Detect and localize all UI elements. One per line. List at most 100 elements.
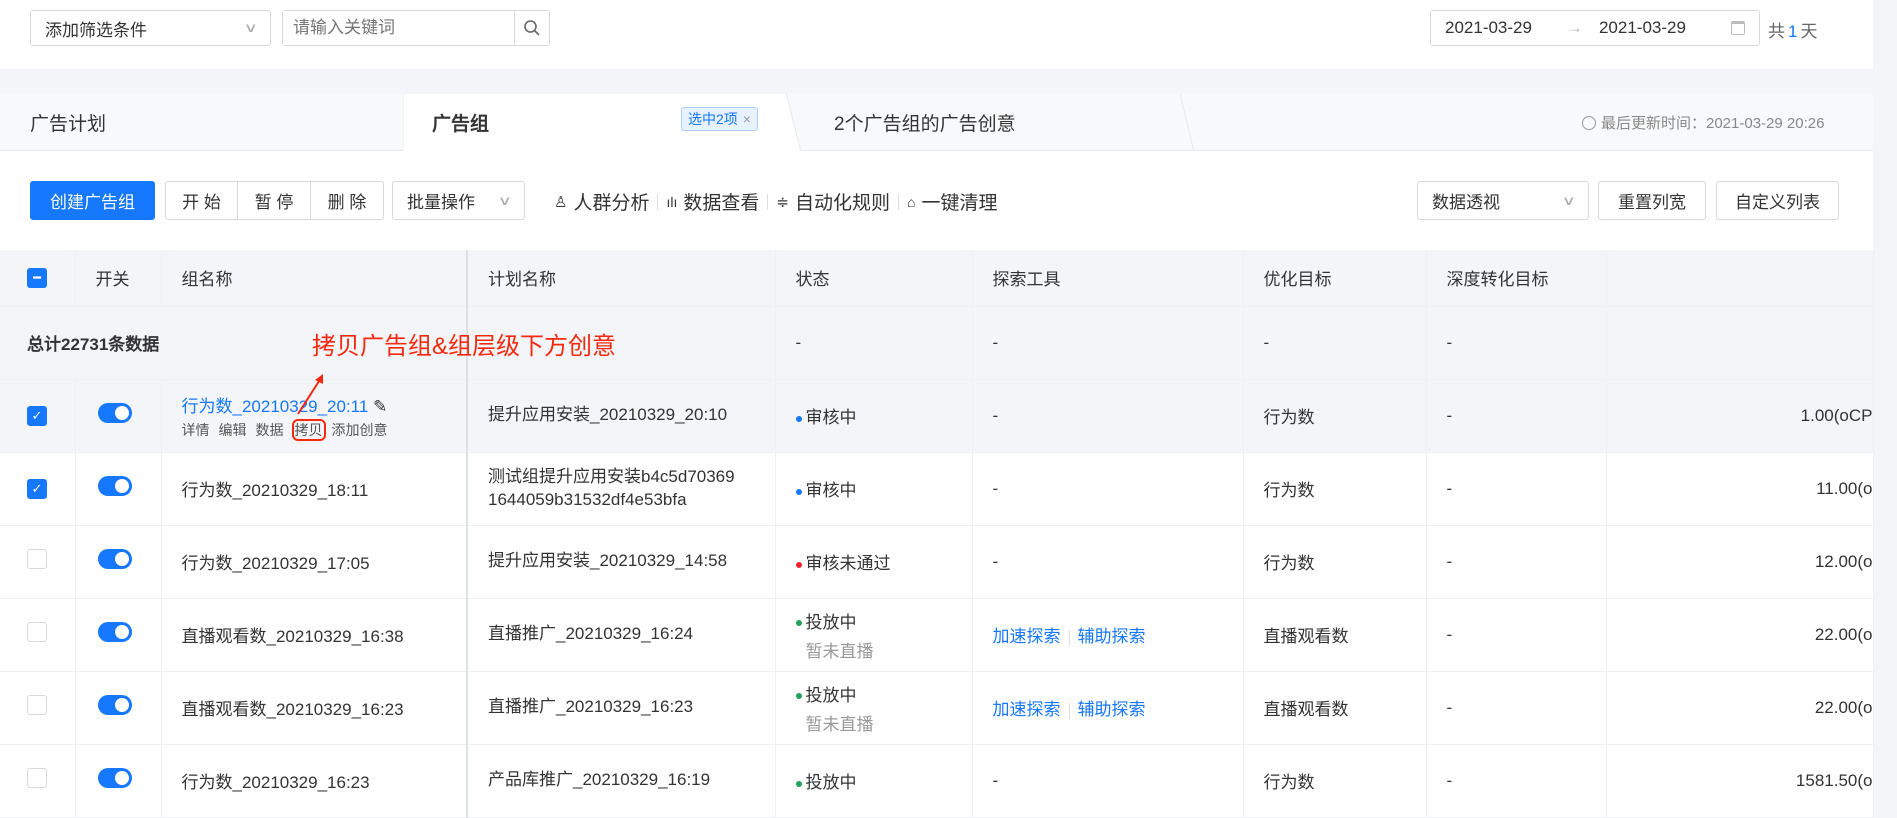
search-button[interactable] [514, 10, 549, 46]
data-view-link[interactable]: ılı 数据查看 [666, 188, 759, 215]
audience-analysis-link[interactable]: ♙ 人群分析 [554, 188, 649, 215]
status-toggle[interactable] [97, 403, 132, 423]
summary-row: 总计22731条数据 - - - - [0, 306, 1897, 380]
group-name[interactable]: 直播观看数_20210329_16:38 [182, 627, 404, 646]
table-row: ✓ 行为数_20210329_20:11 ✎ 详情 编辑 数据 拷贝 添加创意 提升应用… [0, 379, 1897, 453]
optimize-goal-cell: 行为数 [1243, 452, 1427, 526]
optimize-goal-cell: 直播观看数 [1243, 671, 1427, 745]
bid-cell: 11.00(o [1606, 452, 1874, 526]
row-checkbox[interactable] [27, 695, 47, 715]
select-all-cell: ━ [0, 250, 76, 307]
tab-adgroup[interactable]: 广告组 [432, 93, 489, 151]
tab-bar: 广告计划 广告组 选中2项 × 2个广告组的广告创意 最后更新时间：2021-0… [0, 93, 1873, 152]
tab-creative[interactable]: 2个广告组的广告创意 [834, 93, 1016, 151]
switch-cell [75, 452, 162, 526]
plan-name[interactable]: 直播推广_20210329_16:23 [488, 696, 774, 719]
status-toggle[interactable] [97, 695, 132, 715]
row-select-cell: ✓ [0, 452, 76, 526]
status-text: 审核未通过 [805, 554, 891, 573]
select-all-checkbox[interactable]: ━ [27, 268, 47, 289]
plan-name-cell: 提升应用安装_20210329_14:58 [467, 525, 776, 599]
automation-rules-label: 自动化规则 [794, 193, 890, 214]
clear-selection-icon[interactable]: × [743, 111, 751, 127]
row-action-3[interactable]: 拷贝 [291, 418, 326, 441]
custom-columns-button[interactable]: 自定义列表 [1716, 181, 1839, 220]
bid-cell: 22.00(o [1606, 671, 1874, 745]
tab-label: 广告组 [432, 113, 490, 135]
group-name-link[interactable]: 行为数_20210329_20:11 [182, 397, 369, 416]
chevron-down-icon: ∨ [498, 192, 513, 208]
col-header-status: 状态 [775, 250, 973, 307]
plan-name[interactable]: 产品库推广_20210329_16:19 [488, 769, 774, 792]
row-checkbox[interactable] [27, 622, 47, 642]
row-checkbox[interactable] [27, 549, 47, 569]
status-subtext: 暂未直播 [805, 641, 874, 661]
row-action-1[interactable]: 编辑 [219, 422, 247, 438]
edit-icon[interactable]: ✎ [373, 397, 387, 416]
toolbar-links: ♙ 人群分析 ılı 数据查看 ≑ 自动化规则 ⌂ 一键清理 [554, 188, 997, 215]
annotation-arrow [297, 374, 323, 415]
tab-campaign[interactable]: 广告计划 [30, 93, 106, 151]
status-text: 审核中 [805, 481, 857, 500]
status-toggle[interactable] [97, 476, 132, 496]
plan-name-cell: 直播推广_20210329_16:23 [467, 671, 776, 745]
status-dot-icon [795, 488, 802, 495]
last-update-text: 最后更新时间：2021-03-29 20:26 [1601, 115, 1825, 132]
plan-name[interactable]: 提升应用安装_20210329_20:10 [488, 404, 774, 427]
row-action-0[interactable]: 详情 [182, 422, 210, 438]
explore-tool-link[interactable]: 辅助探索 [1078, 700, 1146, 719]
table-row: 直播观看数_20210329_16:23 直播推广_20210329_16:23… [0, 671, 1897, 745]
group-name[interactable]: 行为数_20210329_18:11 [182, 481, 369, 500]
pause-button[interactable]: 暂 停 [238, 181, 311, 220]
optimize-goal-cell: 行为数 [1243, 744, 1427, 818]
row-checkbox[interactable]: ✓ [27, 406, 47, 426]
group-name[interactable]: 行为数_20210329_17:05 [182, 554, 370, 573]
col-header-explore-tool: 探索工具 [972, 250, 1244, 307]
explore-tool-link[interactable]: 辅助探索 [1078, 627, 1146, 646]
plan-name[interactable]: 测试组提升应用安装b4c5d70369 [488, 466, 774, 489]
add-filter-select[interactable]: 添加筛选条件 ∨ [30, 10, 271, 46]
group-name[interactable]: 直播观看数_20210329_16:23 [182, 700, 404, 719]
one-click-clean-link[interactable]: ⌂ 一键清理 [907, 188, 997, 215]
scroll-gutter [1873, 452, 1897, 525]
explore-tool-cell: - [972, 452, 1244, 526]
row-select-cell [0, 525, 76, 599]
status-toggle[interactable] [97, 549, 132, 569]
group-name-cell: 直播观看数_20210329_16:23 [161, 671, 468, 745]
delete-button[interactable]: 删 除 [311, 181, 384, 220]
status-toggle[interactable] [97, 768, 132, 788]
date-range-picker[interactable]: 2021-03-29 → 2021-03-29 [1430, 10, 1760, 46]
row-action-2[interactable]: 数据 [256, 422, 284, 438]
sliders-icon: ≑ [776, 193, 789, 211]
start-button[interactable]: 开 始 [165, 181, 238, 220]
automation-rules-link[interactable]: ≑ 自动化规则 [776, 188, 890, 215]
search-input[interactable] [283, 11, 514, 45]
group-name[interactable]: 行为数_20210329_16:23 [182, 773, 370, 792]
explore-tool-cell: 加速探索 辅助探索 [972, 598, 1244, 672]
basket-icon: ⌂ [906, 193, 916, 210]
explore-tool-link[interactable]: 加速探索 [993, 627, 1061, 646]
plan-name[interactable]: 提升应用安装_20210329_14:58 [488, 550, 774, 573]
batch-operation-label: 批量操作 [407, 193, 475, 212]
col-header-switch: 开关 [75, 250, 162, 307]
status-toggle[interactable] [97, 622, 132, 642]
summary-goal: - [1243, 306, 1427, 380]
batch-operation-select[interactable]: 批量操作 ∨ [392, 181, 525, 220]
status-dot-icon [795, 693, 802, 700]
row-checkbox[interactable] [27, 768, 47, 788]
one-click-clean-label: 一键清理 [921, 193, 998, 214]
row-action-4[interactable]: 添加创意 [332, 422, 388, 438]
explore-tool-link[interactable]: 加速探索 [993, 700, 1061, 719]
plan-name[interactable]: 直播推广_20210329_16:24 [488, 623, 774, 646]
date-end: 2021-03-29 [1598, 18, 1686, 37]
filter-bar: 添加筛选条件 ∨ 2021-03-29 → 2021-03-29 共1天 [0, 0, 1873, 69]
reset-column-width-button[interactable]: 重置列宽 [1598, 181, 1706, 220]
create-adgroup-button[interactable]: 创建广告组 [30, 181, 155, 220]
status-text: 审核中 [805, 408, 857, 427]
data-pivot-select[interactable]: 数据透视 ∨ [1417, 181, 1589, 220]
scroll-gutter [1873, 525, 1897, 598]
add-filter-label: 添加筛选条件 [45, 20, 147, 40]
col-header-deep-goal: 深度转化目标 [1426, 250, 1607, 307]
explore-tool-empty: - [992, 770, 999, 790]
row-checkbox[interactable]: ✓ [27, 479, 47, 499]
